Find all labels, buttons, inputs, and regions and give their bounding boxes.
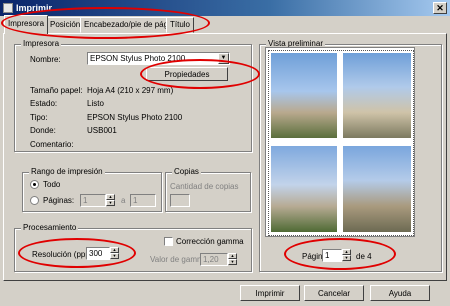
where-value: USB001 (87, 126, 117, 135)
chevron-down-icon[interactable]: ▼ (218, 53, 229, 64)
cancel-button[interactable]: Cancelar (304, 285, 364, 301)
help-button[interactable]: Ayuda (370, 285, 430, 301)
title-bar: Imprimir ✕ (0, 0, 450, 16)
preview-photo-1 (271, 53, 337, 138)
copies-count-input[interactable] (170, 194, 190, 207)
gamma-correction-checkbox[interactable] (164, 237, 173, 246)
range-all-label: Todo (43, 180, 61, 189)
printer-name-value: EPSON Stylus Photo 2100 (90, 54, 186, 63)
copies-legend: Copias (172, 167, 201, 176)
paper-size-label: Tamaño papel: (30, 86, 83, 95)
tab-posicion[interactable]: Posición (46, 17, 85, 33)
status-label: Estado: (30, 99, 58, 108)
properties-button[interactable]: Propiedades (146, 67, 228, 81)
processing-legend: Procesamiento (21, 223, 79, 232)
gamma-correction-label: Corrección gamma (176, 237, 244, 246)
print-range-legend: Rango de impresión (29, 167, 105, 176)
copies-count-label: Cantidad de copias (170, 182, 239, 191)
gamma-value-spinner[interactable]: ▲ ▼ (228, 253, 237, 266)
preview-page (265, 47, 415, 237)
range-from-spinner[interactable]: ▲ ▼ (106, 194, 115, 207)
range-to-input[interactable]: 1 (130, 194, 156, 207)
preview-photo-4 (343, 146, 411, 232)
page-spinner[interactable]: ▲ ▼ (342, 249, 351, 262)
range-pages-radio[interactable] (30, 196, 39, 205)
status-value: Listo (87, 99, 104, 108)
type-value: EPSON Stylus Photo 2100 (87, 113, 183, 122)
print-button[interactable]: Imprimir (240, 285, 300, 301)
close-button[interactable]: ✕ (433, 2, 447, 14)
page-input[interactable]: 1 (322, 249, 342, 262)
tab-impresora[interactable]: Impresora (4, 15, 49, 34)
preview-photo-3 (271, 146, 337, 232)
printer-name-select[interactable]: EPSON Stylus Photo 2100 ▼ (87, 52, 230, 65)
gamma-value-input[interactable]: 1,20 (200, 253, 228, 266)
tab-titulo[interactable]: Título (166, 17, 195, 33)
resolution-spinner[interactable]: ▲ ▼ (110, 247, 119, 260)
where-label: Donde: (30, 126, 56, 135)
range-to-label: a (121, 196, 126, 205)
type-label: Tipo: (30, 113, 48, 122)
resolution-input[interactable]: 300 (86, 247, 110, 260)
paper-size-value: Hoja A4 (210 x 297 mm) (87, 86, 174, 95)
resolution-label: Resolución (ppp) (32, 250, 93, 259)
printer-app-icon (3, 3, 13, 13)
printer-group-legend: Impresora (21, 39, 62, 48)
range-all-radio[interactable] (30, 180, 39, 189)
preview-photo-2 (343, 53, 411, 138)
printer-name-label: Nombre: (30, 55, 61, 64)
range-pages-label: Páginas: (43, 196, 75, 205)
range-from-input[interactable]: 1 (80, 194, 106, 207)
page-total-label: de 4 (356, 252, 372, 261)
comment-label: Comentario: (30, 140, 74, 149)
window-title: Imprimir (16, 3, 53, 13)
